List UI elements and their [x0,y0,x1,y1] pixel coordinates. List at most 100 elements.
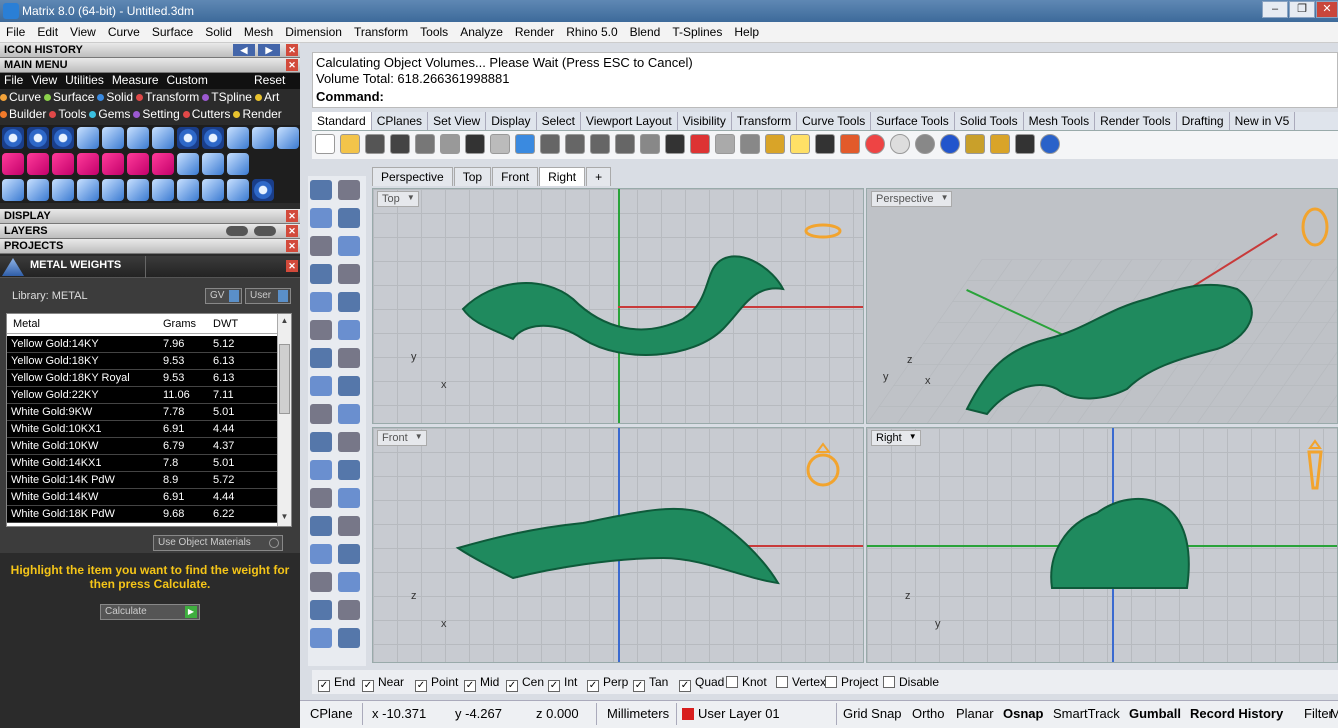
link-tool-icon[interactable] [127,153,149,175]
trim-tool-icon[interactable] [310,432,332,452]
scroll-up-icon[interactable]: ▲ [279,316,290,326]
tab-curve-tools[interactable]: Curve Tools [797,112,872,130]
explode-tool-icon[interactable] [310,404,332,424]
spike-tool-icon[interactable] [152,179,174,201]
tab-drafting[interactable]: Drafting [1177,112,1230,130]
cylinder-tool-icon[interactable] [310,376,332,396]
checkbox-icon[interactable]: ✓ [506,680,518,692]
stack-tool-icon[interactable] [338,600,360,620]
scale-tool-icon[interactable] [338,516,360,536]
osnap-perp[interactable]: ✓ Perp [587,675,628,692]
menu-item-mesh[interactable]: Mesh [238,22,279,39]
menu-item-rhino-5-0[interactable]: Rhino 5.0 [560,22,623,39]
checkbox-icon[interactable]: ✓ [587,680,599,692]
viewport-top[interactable]: Top ▼ y x [372,188,864,424]
display-close-icon[interactable]: ✕ [286,210,298,222]
settings-tool-icon[interactable] [277,127,299,149]
category-render[interactable]: Render [233,107,282,121]
osnap-disable[interactable]: Disable [883,675,939,689]
calculate-button[interactable]: Calculate ▶ [100,604,200,620]
minus-tool-icon[interactable] [52,153,74,175]
rotate-icon[interactable] [515,134,535,154]
bars-tool-icon[interactable] [77,179,99,201]
layer-color-swatch[interactable] [682,708,694,720]
viewport-tab-right[interactable]: Right [539,167,586,186]
planar-toggle[interactable]: Planar [956,706,994,721]
units-label[interactable]: Millimeters [607,706,669,721]
table-row[interactable]: White Gold:14KW 6.91 4.44 [7,489,277,506]
col-dwt[interactable]: DWT [213,318,238,330]
checkbox-icon[interactable] [883,676,895,688]
fillet-tool-icon[interactable] [338,292,360,312]
table-row[interactable]: Yellow Gold:14KY 7.96 5.12 [7,336,277,353]
gears-icon[interactable] [990,134,1010,154]
select-arrow-tool-icon[interactable] [310,180,332,200]
submenu-file[interactable]: File [0,73,27,87]
layers-header[interactable]: LAYERS ✕ [0,224,300,239]
ellipse-tool-icon[interactable] [338,236,360,256]
category-surface[interactable]: Surface [44,90,94,104]
menu-item-render[interactable]: Render [509,22,560,39]
category-gems[interactable]: Gems [89,107,130,121]
sphere-blue-icon[interactable] [940,134,960,154]
osnap-toggle[interactable]: Osnap [1003,706,1043,721]
split-tool-icon[interactable] [338,432,360,452]
circle-tool-icon[interactable] [2,127,24,149]
sphere-white-icon[interactable] [890,134,910,154]
grid-snap-icon[interactable] [765,134,785,154]
menu-item-blend[interactable]: Blend [624,22,667,39]
sphere-gray-icon[interactable] [915,134,935,154]
menu-item-view[interactable]: View [64,22,102,39]
color-wheel-icon[interactable] [865,134,885,154]
checkbox-icon[interactable] [776,676,788,688]
brush-icon[interactable] [965,134,985,154]
zoom-in-icon[interactable] [540,134,560,154]
cplane-label[interactable]: CPlane [310,706,353,721]
category-setting[interactable]: Setting [133,107,180,121]
eye-icon[interactable] [254,226,276,236]
tab-solid-tools[interactable]: Solid Tools [955,112,1024,130]
projects-close-icon[interactable]: ✕ [286,240,298,252]
table-row[interactable]: White Gold:18K PdW 9.68 6.22 [7,506,277,523]
ortho-toggle[interactable]: Ortho [912,706,945,721]
gallery-tool-icon[interactable] [227,127,249,149]
viewport-title-front[interactable]: Front ▼ [377,430,427,446]
arc-tool-icon[interactable] [310,292,332,312]
page-tool-icon[interactable] [127,179,149,201]
curve-tool-icon[interactable] [27,179,49,201]
viewport-tab-perspective[interactable]: Perspective [372,167,453,186]
table-row[interactable]: White Gold:10KX1 6.91 4.44 [7,421,277,438]
shank-tool-icon[interactable] [202,127,224,149]
more-toggle[interactable]: M [1330,706,1338,721]
menu-item-help[interactable]: Help [728,22,765,39]
category-transform[interactable]: Transform [136,90,199,104]
checkbox-icon[interactable]: ✓ [464,680,476,692]
category-cutters[interactable]: Cutters [182,107,230,121]
text-tool-icon[interactable] [310,516,332,536]
history-forward-arrow-icon[interactable]: ▶ [258,44,280,56]
curve-points-tool-icon[interactable] [338,208,360,228]
pen-tool-icon[interactable] [177,153,199,175]
tab-visibility[interactable]: Visibility [678,112,732,130]
rotate-view-icon[interactable] [640,134,660,154]
array-tool-icon[interactable] [310,544,332,564]
checkbox-icon[interactable]: ✓ [362,680,374,692]
main-menu-close-icon[interactable]: ✕ [286,59,298,71]
checkbox-icon[interactable]: ✓ [633,680,645,692]
reset-button[interactable]: Reset [250,73,289,87]
sphere-group-tool-icon[interactable] [310,460,332,480]
plane-icon[interactable] [715,134,735,154]
add-viewport-tab[interactable]: + [586,167,612,186]
gv-toggle[interactable]: GV [205,288,242,304]
tab-mesh-tools[interactable]: Mesh Tools [1024,112,1096,130]
checkbox-icon[interactable]: ✓ [415,680,427,692]
menu-item-tools[interactable]: Tools [414,22,454,39]
cross-tool-icon[interactable] [27,153,49,175]
viewport-title-perspective[interactable]: Perspective ▼ [871,191,953,207]
tab-standard[interactable]: Standard [312,112,372,130]
new-file-icon[interactable] [315,134,335,154]
heart-tool-icon[interactable] [102,153,124,175]
four-viewports-icon[interactable] [665,134,685,154]
tab-render-tools[interactable]: Render Tools [1095,112,1177,130]
menu-item-surface[interactable]: Surface [146,22,199,39]
